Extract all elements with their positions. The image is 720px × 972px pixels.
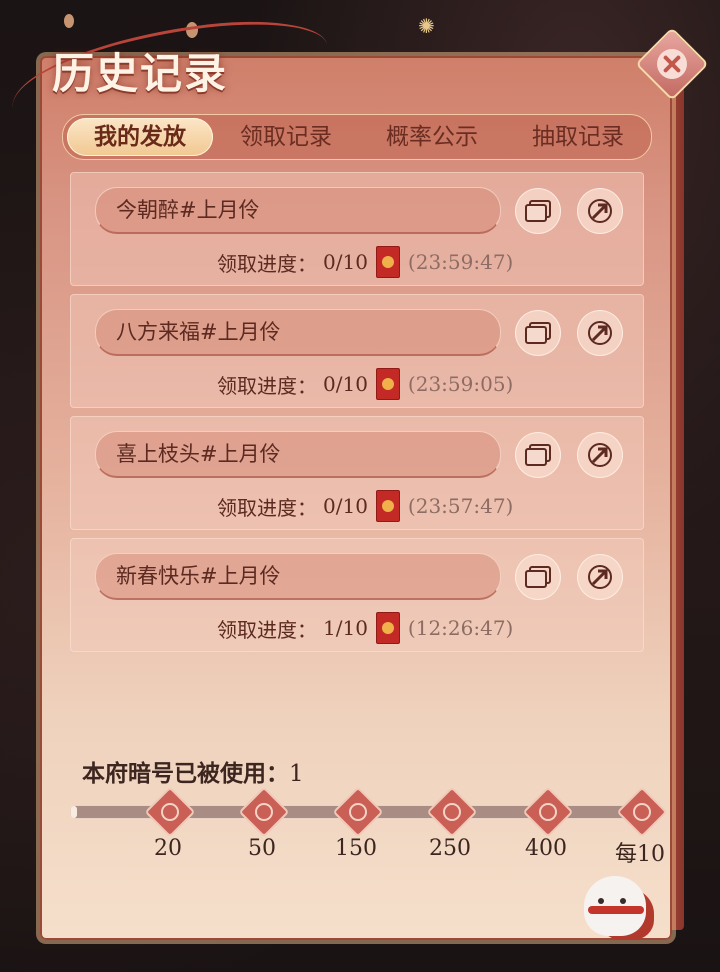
record-card: 喜上枝头#上月伶 领取进度： 0/10 (23:57:47): [70, 416, 644, 530]
remaining-time: (23:59:05): [407, 372, 514, 396]
record-card: 新春快乐#上月伶 领取进度： 1/10 (12:26:47): [70, 538, 644, 652]
record-name-pill: 新春快乐#上月伶: [95, 553, 501, 600]
progress-value: 1/10: [323, 616, 368, 640]
share-icon: [588, 199, 612, 223]
milestone-label: 每10: [615, 842, 665, 867]
copy-button[interactable]: [515, 554, 561, 600]
copy-icon: [525, 322, 551, 344]
milestone-label: 50: [248, 836, 276, 861]
record-name-pill: 今朝醉#上月伶: [95, 187, 501, 234]
milestone-label: 250: [429, 836, 471, 861]
progress-value: 0/10: [323, 494, 368, 518]
tab-my-issued[interactable]: 我的发放: [67, 118, 213, 156]
share-button[interactable]: [577, 310, 623, 356]
progress-label: 领取进度：: [217, 373, 317, 398]
red-envelope-icon: [375, 368, 400, 400]
red-envelope-icon: [375, 246, 400, 278]
share-button[interactable]: [577, 554, 623, 600]
usage-label-text: 本府暗号已被使用：: [82, 760, 289, 787]
tab-draw-records[interactable]: 抽取记录: [505, 118, 651, 156]
milestone-label: 20: [154, 836, 182, 861]
share-icon: [588, 321, 612, 345]
remaining-time: (12:26:47): [407, 616, 514, 640]
progress-label: 领取进度：: [217, 617, 317, 642]
share-icon: [588, 443, 612, 467]
milestone-label: 150: [335, 836, 377, 861]
tab-probability[interactable]: 概率公示: [359, 118, 505, 156]
milestone-progress-fill: [71, 806, 77, 818]
lantern-decoration: [64, 14, 74, 28]
red-envelope-icon: [375, 490, 400, 522]
record-name: 新春快乐#上月伶: [116, 564, 281, 588]
record-name: 喜上枝头#上月伶: [116, 442, 281, 466]
mascot-scarf: [588, 906, 644, 914]
share-button[interactable]: [577, 188, 623, 234]
copy-button[interactable]: [515, 310, 561, 356]
copy-icon: [525, 444, 551, 466]
usage-count: 1: [289, 761, 304, 787]
red-envelope-icon: [375, 612, 400, 644]
firework-decoration: ✺: [418, 14, 435, 38]
progress-value: 0/10: [323, 372, 368, 396]
usage-count-label: 本府暗号已被使用：1: [82, 754, 304, 788]
record-name: 今朝醉#上月伶: [116, 198, 260, 222]
share-icon: [588, 565, 612, 589]
record-card: 今朝醉#上月伶 领取进度： 0/10 (23:59:47): [70, 172, 644, 286]
close-icon: [650, 42, 694, 86]
record-name-pill: 八方来福#上月伶: [95, 309, 501, 356]
progress-row: 领取进度： 0/10 (23:59:47): [217, 245, 513, 279]
copy-icon: [525, 566, 551, 588]
progress-label: 领取进度：: [217, 495, 317, 520]
progress-label: 领取进度：: [217, 251, 317, 276]
remaining-time: (23:57:47): [407, 494, 514, 518]
copy-icon: [525, 200, 551, 222]
milestone-label: 400: [525, 836, 567, 861]
copy-button[interactable]: [515, 188, 561, 234]
record-card: 八方来福#上月伶 领取进度： 0/10 (23:59:05): [70, 294, 644, 408]
progress-row: 领取进度： 0/10 (23:59:05): [217, 367, 513, 401]
page-title: 历史记录: [52, 49, 229, 98]
remaining-time: (23:59:47): [407, 250, 514, 274]
progress-value: 0/10: [323, 250, 368, 274]
copy-button[interactable]: [515, 432, 561, 478]
share-button[interactable]: [577, 432, 623, 478]
tab-bar: 我的发放 领取记录 概率公示 抽取记录: [62, 114, 652, 160]
record-name: 八方来福#上月伶: [116, 320, 281, 344]
progress-row: 领取进度： 1/10 (12:26:47): [217, 611, 513, 645]
record-name-pill: 喜上枝头#上月伶: [95, 431, 501, 478]
tab-claim-records[interactable]: 领取记录: [213, 118, 359, 156]
progress-row: 领取进度： 0/10 (23:57:47): [217, 489, 513, 523]
